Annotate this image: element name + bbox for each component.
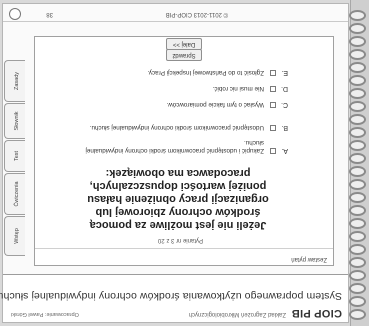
institute-name: Zakład Zagrożeń Mikrobiologicznych [188,311,286,317]
binder-ring [349,231,366,242]
brand-logo: CIOP PIB [291,307,343,319]
tab-label: Zasady [14,71,20,91]
answer-checkbox[interactable] [270,148,276,154]
binder-ring [349,88,366,99]
question-panel: Zestaw pytań Pytanie nr 3 z 20 Jeżeli ni… [34,36,334,266]
binder-ring [349,179,366,190]
tab-label: Wstęp [14,228,20,244]
binder-ring [349,23,366,34]
binder-ring [349,140,366,151]
circle-logo-icon [9,8,21,20]
tab-label: Test [14,150,20,162]
footer-copyright: © 2011-2013 CIOP-PIB [165,11,228,17]
question-text: Jeżeli nie jest możliwe za pomocą środkó… [87,167,269,231]
tab-glossary[interactable]: Słownik [4,103,25,139]
tab-label: Słownik [14,111,20,131]
binder-ring [349,153,366,164]
binder-ring [349,49,366,60]
answer-option-c[interactable]: C. Wysłać o tym fakcie pomiarowców. [58,98,288,108]
author-credit: Opracowanie: Paweł Górski [11,311,79,317]
binder-ring [349,101,366,112]
tab-intro[interactable]: Wstęp [4,216,25,256]
binder-ring [349,62,366,73]
answer-text: Nie musi nic robić. [212,85,264,92]
binder-ring [349,283,366,294]
answer-letter: D. [281,85,288,92]
question-panel-header: Zestaw pytań [35,248,333,265]
tab-rules[interactable]: Zasady [4,60,25,102]
rotated-page: CIOP PIB Zakład Zagrożeń Mikrobiologiczn… [0,0,369,326]
answer-letter: A. [281,147,288,154]
answer-text: Zakupić i udostępnić pracownikom środki … [85,139,264,154]
section-name: Zestaw pytań [291,256,327,262]
binder-ring [349,205,366,216]
binder-ring [349,218,366,229]
tab-test[interactable]: Test [4,140,25,172]
page-footer: © 2011-2013 CIOP-PIB 38 [3,4,348,22]
answer-text: Zgłosić to do Państwowej Inspekcji Pracy… [147,69,264,76]
binder-ring [349,36,366,47]
answer-letter: C. [281,101,288,108]
answer-letter: B. [281,124,288,131]
binder-ring [349,114,366,125]
check-button[interactable]: Sprawdź [166,49,202,61]
binder-ring [349,166,366,177]
answer-text: Wysłać o tym fakcie pomiarowców. [166,101,264,108]
spiral-binding [349,0,369,326]
binder-ring [349,192,366,203]
answer-checkbox[interactable] [270,86,276,92]
binder-ring [349,309,366,320]
binder-ring [349,10,366,21]
page-number: 38 [46,11,53,17]
answer-option-a[interactable]: A. Zakupić i udostępnić pracownikom środ… [58,138,288,154]
answer-text: Udostępnić pracownikom środki ochrony in… [89,124,264,131]
answer-option-d[interactable]: D. Nie musi nic robić. [58,82,288,92]
binder-ring [349,270,366,281]
page-header: CIOP PIB Zakład Zagrożeń Mikrobiologiczn… [0,274,348,322]
question-number: Pytanie nr 3 z 20 [157,237,203,243]
answer-letter: E. [281,69,288,76]
tab-exercises[interactable]: Ćwiczenia [4,173,25,215]
binder-ring [349,257,366,268]
answer-option-e[interactable]: E. Zgłosić to do Państwowej Inspekcji Pr… [58,66,288,76]
answer-checkbox[interactable] [270,125,276,131]
answer-checkbox[interactable] [270,70,276,76]
binder-ring [349,244,366,255]
workbook-sheet: CIOP PIB Zakład Zagrożeń Mikrobiologiczn… [0,3,349,323]
binder-ring [349,75,366,86]
tab-label: Ćwiczenia [14,181,20,207]
binder-ring [349,296,366,307]
answer-checkbox[interactable] [270,102,276,108]
page-title: System poprawnego użytkowania środków oc… [0,290,342,302]
answer-option-b[interactable]: B. Udostępnić pracownikom środki ochrony… [58,115,288,131]
next-button[interactable]: Dalej >> [166,38,202,50]
binder-ring [349,127,366,138]
